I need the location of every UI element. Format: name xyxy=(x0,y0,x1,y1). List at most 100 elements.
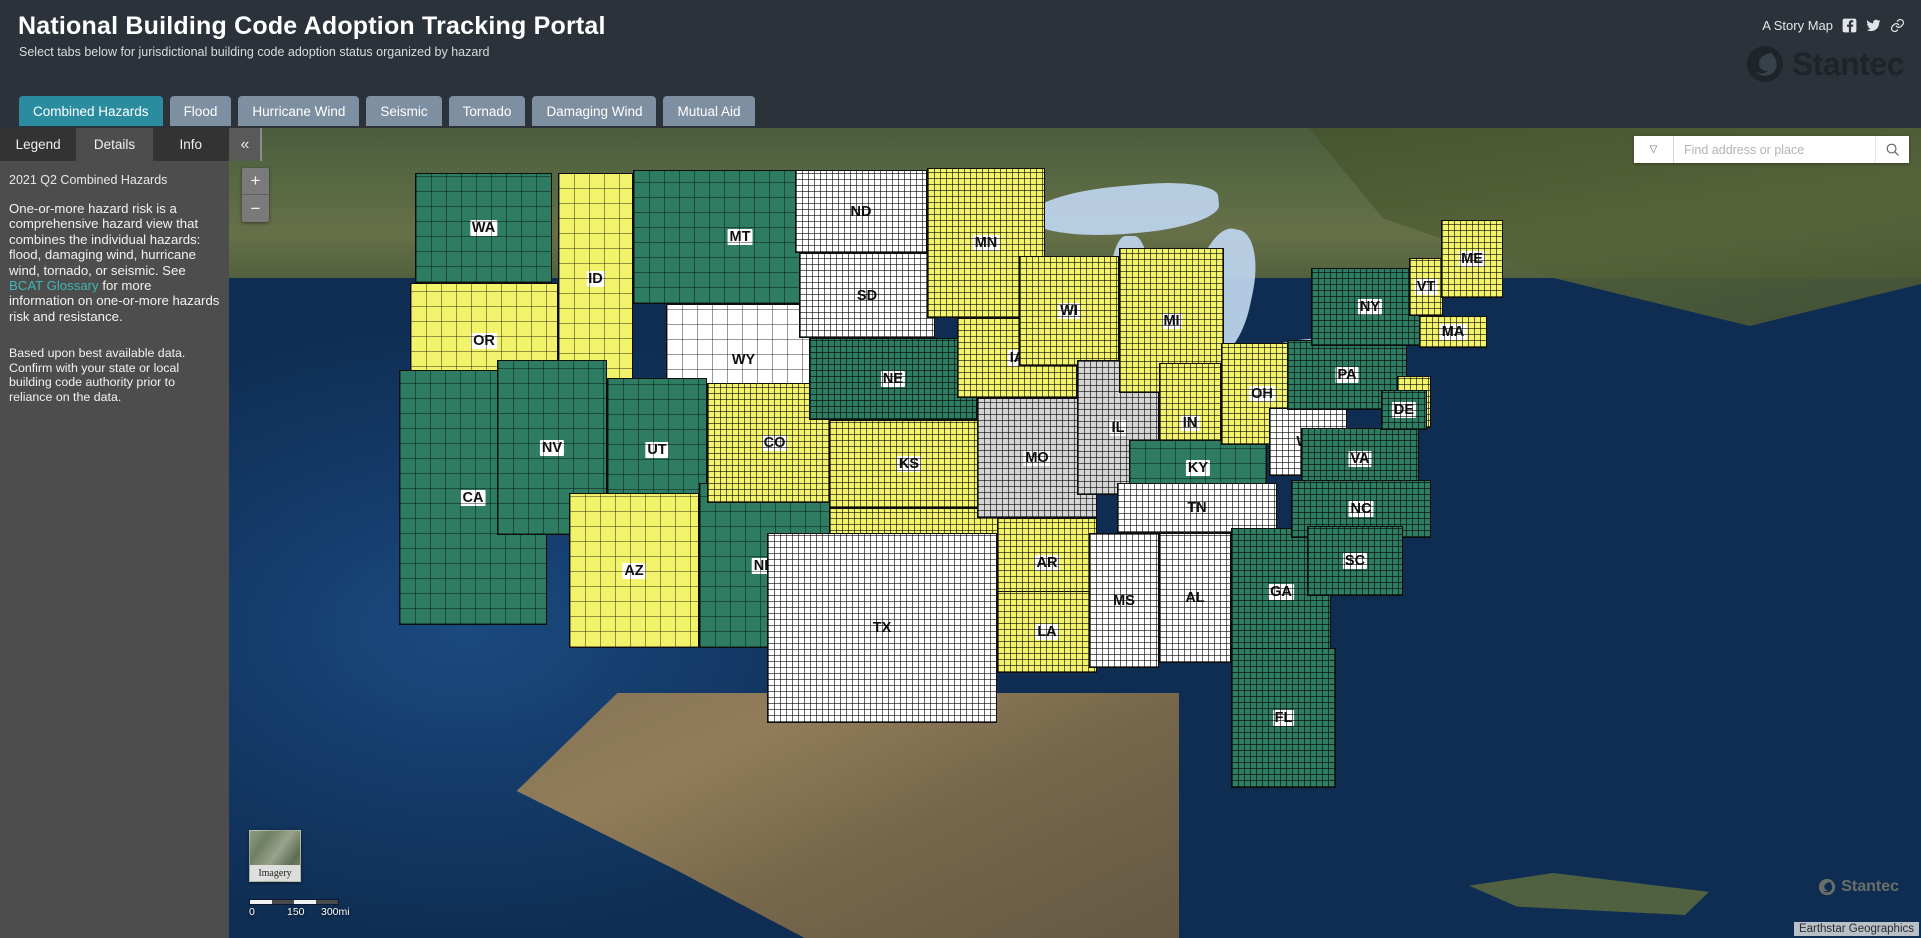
scale-bar-track xyxy=(249,899,339,905)
state-al[interactable]: AL xyxy=(1159,533,1231,663)
hazard-tab-damaging-wind[interactable]: Damaging Wind xyxy=(532,96,657,126)
side-panel-body: 2021 Q2 Combined Hazards One-or-more haz… xyxy=(0,161,229,405)
state-tx[interactable]: TX xyxy=(767,533,997,723)
state-label-az: AZ xyxy=(622,562,646,579)
state-label-mi: MI xyxy=(1161,312,1182,329)
state-vt[interactable]: VT xyxy=(1409,258,1443,316)
state-label-tn: TN xyxy=(1185,500,1209,516)
state-label-pa: PA xyxy=(1335,367,1359,383)
state-fl[interactable]: FL xyxy=(1231,648,1336,788)
stantec-wordmark: Stantec xyxy=(1791,45,1905,82)
stantec-watermark-label: Stantec xyxy=(1841,878,1899,895)
state-label-wi: WI xyxy=(1058,303,1080,319)
state-label-nv: NV xyxy=(539,439,565,456)
state-label-va: VA xyxy=(1348,451,1372,467)
state-label-la: LA xyxy=(1035,624,1059,640)
scale-bar: 0 150 300mi xyxy=(249,899,363,920)
state-label-ma: MA xyxy=(1439,324,1467,340)
state-label-ca: CA xyxy=(460,489,486,506)
state-label-or: OR xyxy=(471,332,497,349)
state-ms[interactable]: MS xyxy=(1089,533,1159,668)
hazard-tab-seismic[interactable]: Seismic xyxy=(366,96,442,126)
state-label-al: AL xyxy=(1183,590,1207,606)
state-label-me: ME xyxy=(1459,251,1485,267)
state-label-ms: MS xyxy=(1111,592,1137,609)
story-map-application: National Building Code Adoption Tracking… xyxy=(0,0,1921,938)
scale-segment xyxy=(272,900,294,904)
scale-min-label: 0 xyxy=(249,906,255,918)
hazard-tab-tornado[interactable]: Tornado xyxy=(448,96,526,126)
search-input[interactable] xyxy=(1674,136,1875,163)
state-label-ks: KS xyxy=(896,456,922,472)
state-ks[interactable]: KS xyxy=(829,420,989,508)
state-label-ky: KY xyxy=(1185,459,1211,476)
zoom-out-button[interactable]: − xyxy=(242,195,269,222)
basemap-label: Imagery xyxy=(250,865,300,881)
state-label-vt: VT xyxy=(1414,279,1438,295)
state-az[interactable]: AZ xyxy=(569,493,699,648)
basemap-toggle-button[interactable]: Imagery xyxy=(249,830,301,882)
state-label-sc: SC xyxy=(1342,553,1368,569)
state-label-in: IN xyxy=(1180,415,1200,431)
scale-mid-label: 150 xyxy=(287,906,305,918)
state-label-ga: GA xyxy=(1268,584,1294,600)
legend-description-part1: One-or-more hazard risk is a comprehensi… xyxy=(9,201,201,278)
state-label-fl: FL xyxy=(1272,710,1295,726)
state-la[interactable]: LA xyxy=(997,591,1097,673)
story-map-share-area: A Story Map xyxy=(1762,18,1905,33)
state-me[interactable]: ME xyxy=(1441,220,1503,298)
search-icon[interactable] xyxy=(1875,136,1909,163)
stantec-mark-icon xyxy=(1746,46,1783,82)
state-de[interactable]: DE xyxy=(1381,390,1427,430)
state-label-mo: MO xyxy=(1023,450,1051,466)
link-icon[interactable] xyxy=(1890,18,1905,33)
state-label-nd: ND xyxy=(848,203,874,220)
state-label-mn: MN xyxy=(972,235,1000,251)
side-panel-tab-bar: Legend Details Info xyxy=(0,128,229,161)
map-attribution[interactable]: Earthstar Geographics xyxy=(1793,922,1919,936)
us-states-layer[interactable]: WAORIDMTWYCANVUTAZNMCONDSDNEKSOKTXMNIAMO… xyxy=(229,128,1921,938)
state-wi[interactable]: WI xyxy=(1019,256,1119,366)
side-panel: Legend Details Info 2021 Q2 Combined Haz… xyxy=(0,128,229,938)
state-tn[interactable]: TN xyxy=(1117,483,1277,533)
zoom-in-button[interactable]: + xyxy=(242,168,269,195)
state-label-co: CO xyxy=(761,435,788,451)
state-sc[interactable]: SC xyxy=(1307,526,1403,596)
collapse-panel-button[interactable]: « xyxy=(230,128,262,161)
stantec-logo: Stantec xyxy=(1745,44,1905,84)
state-label-ut: UT xyxy=(645,441,669,458)
story-map-label: A Story Map xyxy=(1762,18,1833,33)
state-label-nc: NC xyxy=(1348,501,1374,517)
hazard-tab-combined-hazards[interactable]: Combined Hazards xyxy=(19,96,163,126)
state-nd[interactable]: ND xyxy=(795,170,927,253)
state-wa[interactable]: WA xyxy=(415,173,552,283)
state-label-ne: NE xyxy=(880,371,906,387)
scale-segment xyxy=(316,900,338,904)
state-ma[interactable]: MA xyxy=(1419,316,1487,348)
tab-details[interactable]: Details xyxy=(76,128,153,161)
bcat-glossary-link[interactable]: BCAT Glossary xyxy=(9,278,99,293)
tab-legend[interactable]: Legend xyxy=(0,128,77,161)
hazard-tab-mutual-aid[interactable]: Mutual Aid xyxy=(663,96,755,126)
search-widget: ▽ xyxy=(1634,136,1909,163)
hazard-tab-flood[interactable]: Flood xyxy=(169,96,232,126)
facebook-icon[interactable] xyxy=(1842,18,1857,33)
legend-heading: 2021 Q2 Combined Hazards xyxy=(9,173,168,187)
state-label-ar: AR xyxy=(1034,555,1060,571)
scale-max-label: 300mi xyxy=(321,906,350,918)
state-label-mt: MT xyxy=(727,229,753,245)
state-sd[interactable]: SD xyxy=(799,253,935,338)
state-ne[interactable]: NE xyxy=(809,338,977,420)
state-id[interactable]: ID xyxy=(558,173,633,385)
hazard-tab-hurricane-wind[interactable]: Hurricane Wind xyxy=(238,96,360,126)
map-canvas[interactable]: WAORIDMTWYCANVUTAZNMCONDSDNEKSOKTXMNIAMO… xyxy=(229,128,1921,938)
state-label-sd: SD xyxy=(854,287,880,304)
hazard-tab-bar: Combined Hazards Flood Hurricane Wind Se… xyxy=(19,96,755,126)
chevron-down-icon[interactable]: ▽ xyxy=(1634,136,1674,163)
scale-segment xyxy=(294,900,316,904)
tab-info[interactable]: Info xyxy=(152,128,229,161)
scale-segment xyxy=(250,900,272,904)
state-label-il: IL xyxy=(1109,419,1127,436)
scale-bar-labels: 0 150 300mi xyxy=(249,906,363,920)
twitter-icon[interactable] xyxy=(1866,18,1881,33)
